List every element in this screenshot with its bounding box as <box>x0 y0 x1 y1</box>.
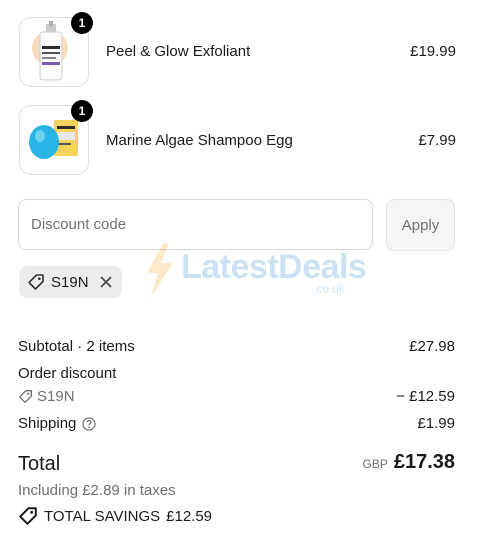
shipping-label-group: Shipping <box>18 415 96 432</box>
subtotal-value: £27.98 <box>409 338 455 355</box>
product-name: Marine Algae Shampoo Egg <box>106 132 293 149</box>
currency-code: GBP <box>362 457 388 471</box>
total-label: Total <box>18 453 61 475</box>
watermark-subtext: .co.uk <box>313 282 346 296</box>
tag-icon <box>19 390 32 403</box>
product-price: £7.99 <box>418 132 456 149</box>
discount-code-row: S19N − £12.59 <box>18 388 455 408</box>
total-savings-row: TOTAL SAVINGS £12.59 <box>18 506 455 526</box>
line-item: 1 Peel & Glow Exfoliant £19.99 <box>19 12 456 89</box>
tag-icon <box>28 274 44 290</box>
watermark: LatestDeals .co.uk <box>143 243 367 303</box>
lightning-bolt-icon <box>147 243 173 297</box>
shipping-value: £1.99 <box>417 415 455 432</box>
discount-value: − £12.59 <box>396 388 455 405</box>
line-item: 1 Marine Algae Shampoo Egg £7.99 <box>19 100 456 177</box>
applied-discount-chip: S19N <box>19 266 122 298</box>
applied-discount-code: S19N <box>51 273 89 291</box>
product-thumbnail: 1 <box>19 12 93 87</box>
order-discount-label: Order discount <box>18 365 117 382</box>
taxes-note: Including £2.89 in taxes <box>18 482 176 499</box>
apply-button[interactable]: Apply <box>386 199 455 251</box>
product-name: Peel & Glow Exfoliant <box>106 43 251 60</box>
remove-discount-button[interactable] <box>99 275 113 289</box>
discount-code-line: S19N <box>18 388 75 405</box>
discount-code-text: S19N <box>37 388 75 405</box>
total-amount: £17.38 <box>393 451 455 473</box>
total-savings-label: TOTAL SAVINGS <box>44 507 161 525</box>
shipping-label: Shipping <box>18 415 77 432</box>
subtotal-label: Subtotal · 2 items <box>18 338 135 355</box>
quantity-badge: 1 <box>71 12 93 34</box>
subtotal-row: Subtotal · 2 items £27.98 <box>18 338 455 355</box>
tag-icon <box>19 507 37 525</box>
help-icon[interactable] <box>82 416 96 431</box>
shipping-row: Shipping £1.99 <box>18 415 455 432</box>
quantity-badge: 1 <box>71 100 93 122</box>
total-amount-group: GBP £17.38 <box>362 451 455 474</box>
product-price: £19.99 <box>410 43 456 60</box>
close-icon <box>99 276 112 288</box>
total-savings-value: £12.59 <box>166 507 213 525</box>
product-thumbnail: 1 <box>19 100 93 175</box>
